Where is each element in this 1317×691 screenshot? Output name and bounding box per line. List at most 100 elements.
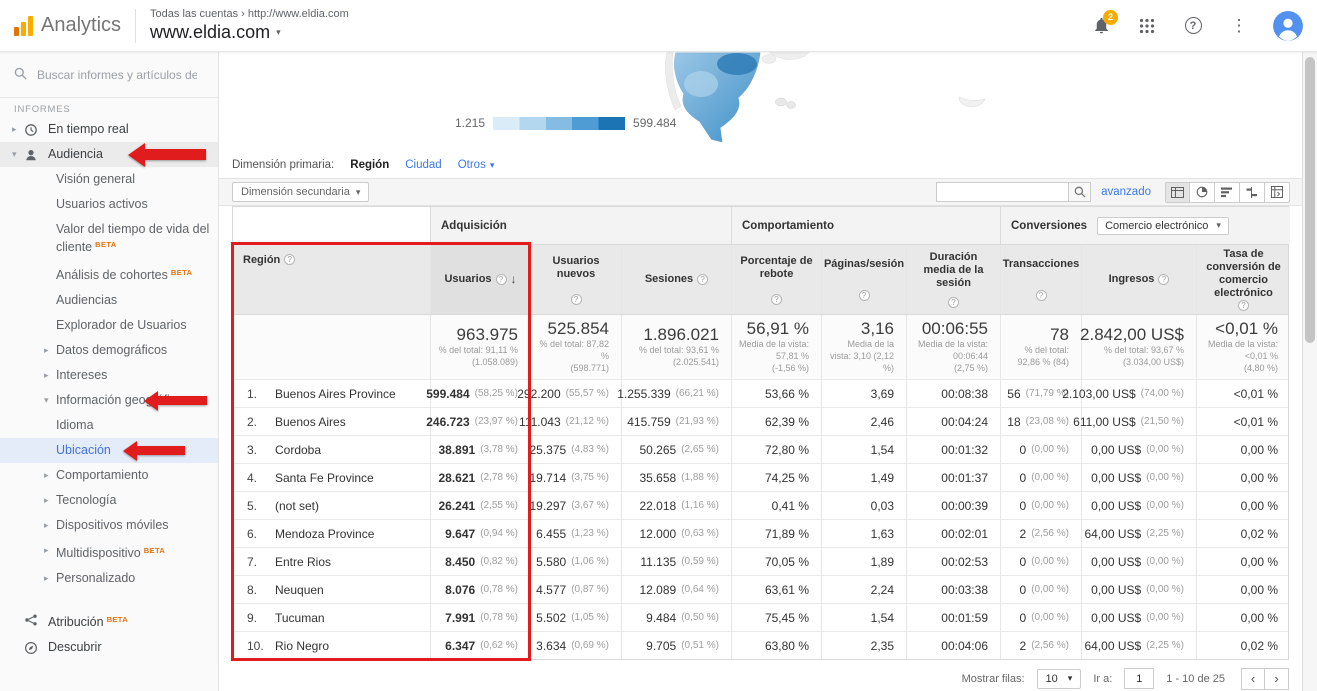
column-header-paginas-sesion[interactable]: Páginas/sesión?: [821, 245, 906, 314]
sidebar-search[interactable]: [0, 52, 218, 98]
table-row: 8.Neuquen8.076(0,78 %)4.577(0,87 %)12.08…: [233, 575, 1288, 603]
vertical-scrollbar[interactable]: [1302, 52, 1317, 691]
column-header-usuarios-nuevos[interactable]: Usuarios nuevos?: [530, 245, 621, 314]
region-cell[interactable]: 2.Buenos Aires: [233, 408, 430, 435]
column-header-ingresos[interactable]: Ingresos?: [1081, 245, 1196, 314]
scrollbar-thumb[interactable]: [1305, 57, 1315, 343]
sidebar-item-idioma[interactable]: Idioma: [0, 413, 218, 438]
sidebar-item-personalizado[interactable]: ▸Personalizado: [0, 566, 218, 591]
next-page-button[interactable]: ›: [1265, 668, 1289, 690]
search-icon: [14, 67, 27, 83]
metric-value: 1,54: [871, 443, 894, 457]
sidebar-item-datos-demograficos[interactable]: ▸Datos demográficos: [0, 338, 218, 363]
metric-cell: 0(0,00 %): [1000, 492, 1081, 519]
metric-cell: 12.089(0,64 %): [621, 576, 731, 603]
percentage-view-icon[interactable]: [1190, 182, 1215, 203]
column-header-label: Duración media de la sesión: [913, 251, 994, 290]
metric-cell: 00:03:38: [906, 576, 1000, 603]
sidebar-item-intereses[interactable]: ▸Intereses: [0, 363, 218, 388]
ecommerce-selector[interactable]: Comercio electrónico▾: [1097, 217, 1229, 235]
advanced-search-link[interactable]: avanzado: [1101, 186, 1151, 198]
apps-grid-icon[interactable]: [1135, 14, 1159, 38]
region-name: (not set): [275, 499, 319, 513]
performance-view-icon[interactable]: [1215, 182, 1240, 203]
sidebar-item-informacion-geografica[interactable]: ▾Información geográfica: [0, 388, 218, 413]
goto-page-input[interactable]: [1124, 668, 1154, 689]
summary-subtext: (2,75 %): [954, 363, 988, 375]
sidebar-item-audiencias[interactable]: Audiencias: [0, 288, 218, 313]
metric-cell: 63,61 %: [731, 576, 821, 603]
prev-page-button[interactable]: ‹: [1241, 668, 1265, 690]
region-cell[interactable]: 4.Santa Fe Province: [233, 464, 430, 491]
rows-per-page-select[interactable]: 10 ▾: [1037, 669, 1082, 689]
column-header-sesiones[interactable]: Sesiones?: [621, 245, 731, 314]
sidebar-item-label: Dispositivos móviles: [56, 518, 212, 533]
metric-percent: (21,12 %): [566, 416, 609, 427]
notifications-bell-icon[interactable]: 2: [1089, 14, 1113, 38]
metric-percent: (2,55 %): [480, 500, 518, 511]
metric-cell: 0(0,00 %): [1000, 576, 1081, 603]
sidebar-item-multidispositivo[interactable]: ▸MultidispositivoBETA: [0, 538, 218, 566]
chevron-right-icon: ▸: [44, 368, 56, 383]
analytics-logo-icon[interactable]: [14, 16, 33, 36]
pivot-view-icon[interactable]: [1265, 182, 1290, 203]
comparison-view-icon[interactable]: [1240, 182, 1265, 203]
dimension-option-otros[interactable]: Otros ▾: [458, 159, 495, 171]
chevron-right-icon: ▸: [44, 343, 56, 358]
search-icon[interactable]: [1068, 182, 1091, 202]
metric-cell: 9.647(0,94 %): [430, 520, 530, 547]
sidebar-item-ubicacion[interactable]: Ubicación: [0, 438, 218, 463]
sidebar-item-descubrir[interactable]: Descubrir: [0, 635, 218, 660]
more-options-kebab-icon[interactable]: ⋮: [1227, 14, 1251, 38]
column-header-tasa-de-conversion-de-comercio-electronico[interactable]: Tasa de conversión de comercio electróni…: [1196, 245, 1290, 314]
column-header-usuarios[interactable]: Usuarios?↓: [430, 245, 530, 314]
sidebar-item-en-tiempo-real[interactable]: ▸En tiempo real: [0, 117, 218, 142]
region-cell[interactable]: 10.Rio Negro: [233, 632, 430, 659]
column-header-transacciones[interactable]: Transacciones?: [1000, 245, 1081, 314]
dimension-option-ciudad[interactable]: Ciudad: [405, 159, 441, 171]
metric-cell: 0,02 %: [1196, 632, 1290, 659]
geo-map[interactable]: 1.215 599.484: [219, 52, 1302, 152]
sidebar-item-analisis-de-cohortes[interactable]: Análisis de cohortesBETA: [0, 260, 218, 288]
metric-cell: 599.484(58,25 %): [430, 380, 530, 407]
column-header-region[interactable]: Región?: [233, 245, 430, 314]
account-selector[interactable]: Todas las cuentas › http://www.eldia.com…: [150, 8, 349, 43]
region-cell[interactable]: 8.Neuquen: [233, 576, 430, 603]
column-header-duracion-media-de-la-sesion[interactable]: Duración media de la sesión?: [906, 245, 1000, 314]
sidebar-item-dispositivos-moviles[interactable]: ▸Dispositivos móviles: [0, 513, 218, 538]
metric-percent: (0,50 %): [681, 612, 719, 623]
user-avatar[interactable]: [1273, 11, 1303, 41]
metric-cell: 62,39 %: [731, 408, 821, 435]
metric-cell: 8.076(0,78 %): [430, 576, 530, 603]
region-cell[interactable]: 1.Buenos Aires Province: [233, 380, 430, 407]
table-view-icon[interactable]: [1165, 182, 1190, 203]
sidebar-item-vision-general[interactable]: Visión general: [0, 167, 218, 192]
metric-value: 22.018: [640, 499, 677, 513]
region-cell[interactable]: 5.(not set): [233, 492, 430, 519]
sidebar-item-audiencia[interactable]: ▾Audiencia: [0, 142, 218, 167]
sidebar-item-tecnologia[interactable]: ▸Tecnología: [0, 488, 218, 513]
help-icon[interactable]: ?: [1181, 14, 1205, 38]
table-search-input[interactable]: [936, 182, 1068, 202]
region-cell[interactable]: 7.Entre Rios: [233, 548, 430, 575]
metric-cell: 7.991(0,78 %): [430, 604, 530, 631]
column-header-label: Ingresos: [1109, 273, 1155, 286]
sidebar-search-input[interactable]: [37, 68, 197, 82]
logo-bar: [28, 16, 33, 36]
sidebar-item-explorador-de-usuarios[interactable]: Explorador de Usuarios: [0, 313, 218, 338]
region-cell[interactable]: 6.Mendoza Province: [233, 520, 430, 547]
metric-cell: 19.714(3,75 %): [530, 464, 621, 491]
region-cell[interactable]: 3.Cordoba: [233, 436, 430, 463]
sidebar-item-valor-del-tiempo-de-vida-del-cliente[interactable]: Valor del tiempo de vida del clienteBETA: [0, 217, 218, 260]
chevron-right-icon: ▸: [12, 122, 24, 137]
sidebar-item-comportamiento[interactable]: ▸Comportamiento: [0, 463, 218, 488]
sidebar-item-atribucion[interactable]: AtribuciónBETA: [0, 607, 218, 635]
sidebar-item-label: AtribuciónBETA: [48, 612, 212, 630]
secondary-dimension-button[interactable]: Dimensión secundaria ▾: [232, 182, 369, 202]
metric-value: 00:01:37: [941, 471, 988, 485]
metric-value: 7.991: [445, 611, 475, 625]
sidebar-item-usuarios-activos[interactable]: Usuarios activos: [0, 192, 218, 217]
region-cell[interactable]: 9.Tucuman: [233, 604, 430, 631]
dimension-option-region[interactable]: Región: [350, 159, 389, 171]
column-header-porcentaje-de-rebote[interactable]: Porcentaje de rebote?: [731, 245, 821, 314]
